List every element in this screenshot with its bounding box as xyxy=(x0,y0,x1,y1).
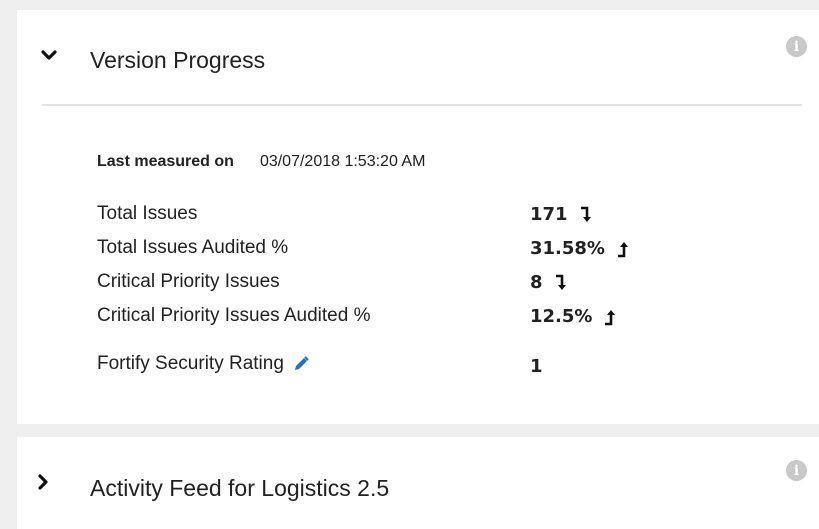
info-icon[interactable]: i xyxy=(786,460,807,481)
rating-label: Fortify Security Rating xyxy=(97,353,284,374)
metric-label-fortify-security-rating: Fortify Security Rating xyxy=(97,353,310,375)
metric-label-total-issues: Total Issues xyxy=(97,203,198,224)
last-measured-label: Last measured on xyxy=(97,153,234,170)
metric-value-text: 12.5% xyxy=(530,306,593,327)
pencil-icon[interactable] xyxy=(292,355,310,373)
last-measured: Last measured on 03/07/2018 1:53:20 AM xyxy=(97,153,425,171)
metric-value-critical-priority-issues: 8 xyxy=(530,272,567,293)
panel-title: Version Progress xyxy=(90,47,266,73)
metric-value-text: 8 xyxy=(530,272,543,293)
trend-down-icon xyxy=(555,274,567,292)
metric-label-critical-priority-issues: Critical Priority Issues xyxy=(97,271,280,292)
metric-value-text: 1 xyxy=(530,356,543,377)
activity-feed-panel: Activity Feed for Logistics 2.5 i xyxy=(17,437,819,529)
metric-value-critical-priority-issues-audited: 12.5% xyxy=(530,306,616,327)
last-measured-value: 03/07/2018 1:53:20 AM xyxy=(259,153,426,170)
panel-title: Activity Feed for Logistics 2.5 xyxy=(90,475,390,501)
chevron-right-icon[interactable] xyxy=(33,472,53,492)
trend-up-icon xyxy=(617,240,629,258)
chevron-down-icon[interactable] xyxy=(39,46,59,66)
trend-up-icon xyxy=(604,308,616,326)
info-icon[interactable]: i xyxy=(786,36,807,57)
metric-value-total-issues: 171 xyxy=(530,204,592,225)
divider xyxy=(42,104,802,106)
metric-value-text: 31.58% xyxy=(530,238,605,259)
metric-value-text: 171 xyxy=(530,204,568,225)
metric-value-fortify-security-rating: 1 xyxy=(530,356,543,377)
metric-value-total-issues-audited: 31.58% xyxy=(530,238,629,259)
metric-label-total-issues-audited: Total Issues Audited % xyxy=(97,237,289,258)
metric-label-critical-priority-issues-audited: Critical Priority Issues Audited % xyxy=(97,305,371,326)
trend-down-icon xyxy=(580,206,592,224)
version-progress-panel: Version Progress i Last measured on 03/07… xyxy=(17,10,819,424)
